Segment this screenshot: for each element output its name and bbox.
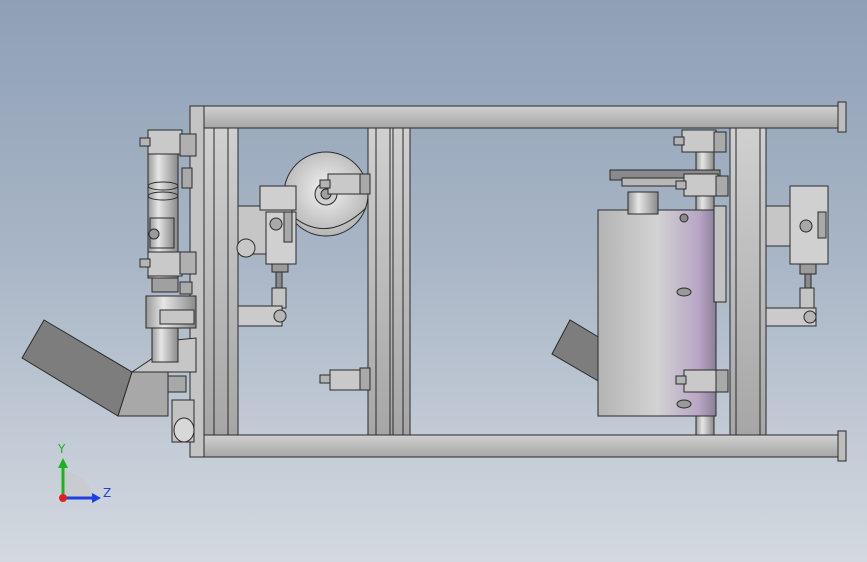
left-linkage <box>237 271 287 327</box>
cad-viewport[interactable]: Y Z <box>0 0 867 562</box>
right-motor-mount <box>765 185 829 275</box>
frame-left-post <box>203 127 239 436</box>
left-motor-mount <box>236 185 297 273</box>
coordinate-triad <box>58 458 101 503</box>
right-linkage <box>765 273 817 327</box>
triad-z-label: Z <box>103 486 112 500</box>
frame-right-post <box>729 127 767 436</box>
frame-middle-posts <box>367 127 411 436</box>
x-axis-dot <box>59 494 67 502</box>
triad-y-label: Y <box>58 442 66 456</box>
right-hopper-chute <box>551 319 601 383</box>
machine-assembly-model[interactable] <box>0 0 867 562</box>
